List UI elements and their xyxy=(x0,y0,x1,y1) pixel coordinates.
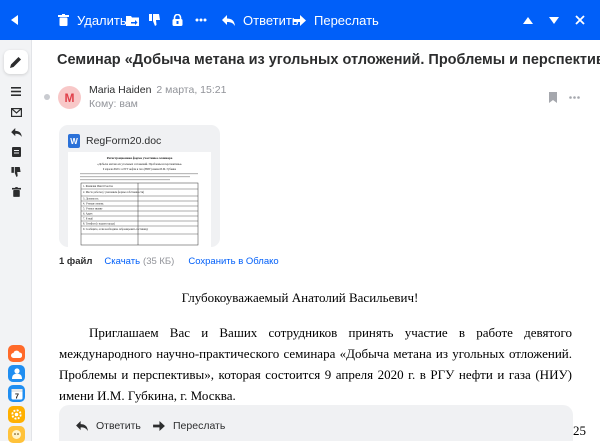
back-button[interactable] xyxy=(10,0,20,40)
sidebar-spam[interactable] xyxy=(8,164,24,180)
move-icon xyxy=(126,16,139,26)
mascot-icon xyxy=(12,430,21,439)
reply-icon xyxy=(222,14,235,26)
move-button[interactable] xyxy=(126,0,139,40)
bookmark-button[interactable] xyxy=(549,90,557,108)
forward-icon xyxy=(153,421,165,431)
attachment-actions: 1 файл Скачать (35 КБ) Сохранить в Облак… xyxy=(59,255,279,267)
envelope-icon xyxy=(10,107,22,117)
sidebar-menu[interactable] xyxy=(8,83,24,99)
more-actions-button[interactable] xyxy=(195,0,207,40)
forward-label: Переслать xyxy=(314,12,379,28)
message-date: 2 марта, 15:21 xyxy=(156,84,227,96)
previous-message-button[interactable] xyxy=(523,0,533,40)
mascot-app-icon[interactable] xyxy=(8,426,25,443)
delete-label: Удалить xyxy=(77,12,127,28)
calendar-icon: 7 xyxy=(11,388,22,400)
note-icon xyxy=(11,147,21,157)
sidebar-inbox[interactable] xyxy=(8,104,24,120)
forward-icon xyxy=(293,14,306,26)
sender-name[interactable]: Maria Haiden xyxy=(89,84,151,96)
up-arrow-icon xyxy=(523,16,533,24)
quick-reply-button[interactable]: Ответить xyxy=(76,419,141,433)
message-more-button[interactable] xyxy=(569,91,580,99)
pencil-icon xyxy=(10,57,21,68)
preview-date: 9 апреля 2020 г. в РГУ нефти и газа (НИУ… xyxy=(103,168,177,171)
document-preview-graphic: Регистрационная форма участника семинара… xyxy=(80,156,199,246)
message-toolbar: Удалить Ответить Переслать xyxy=(0,0,600,40)
reply-label: Ответить xyxy=(243,12,299,28)
more-dots-icon xyxy=(569,96,580,99)
calendar-app-icon[interactable]: 7 xyxy=(8,385,25,402)
next-message-button[interactable] xyxy=(549,0,559,40)
thumbs-down-icon xyxy=(11,167,21,177)
save-to-cloud-link[interactable]: Сохранить в Облако xyxy=(188,256,278,267)
preview-row: 5. Ученое звание xyxy=(83,208,103,211)
reply-icon xyxy=(10,127,22,137)
quick-reply-bar: Ответить Переслать xyxy=(59,405,573,441)
download-link[interactable]: Скачать xyxy=(104,256,140,267)
attachment-filename: RegForm20.doc xyxy=(86,135,162,147)
preview-row: 6. Адрес xyxy=(83,213,94,216)
lock-button[interactable] xyxy=(172,0,183,40)
sidebar-trash[interactable] xyxy=(8,184,24,200)
attachment-card[interactable]: W RegForm20.doc Регистрационная форма уч… xyxy=(59,125,220,247)
thumbs-down-icon xyxy=(149,14,160,26)
file-size: (35 КБ) xyxy=(143,255,175,267)
recipient-line: Кому: вам xyxy=(89,98,138,110)
quick-forward-button[interactable]: Переслать xyxy=(153,419,225,433)
reply-icon xyxy=(76,421,88,431)
attachment-preview: Регистрационная форма участника семинара… xyxy=(68,152,211,247)
letter-greeting: Глубокоуважаемый Анатолий Васильевич! xyxy=(181,290,419,305)
preview-subtitle: «Добыча метана из угольных отложений. Пр… xyxy=(97,162,182,166)
down-arrow-icon xyxy=(549,16,559,24)
forward-button[interactable]: Переслать xyxy=(293,0,379,40)
close-icon xyxy=(575,15,585,25)
attachment-header: W RegForm20.doc xyxy=(68,134,161,148)
preview-row: 9. Сообщите, если необходимо забронирова… xyxy=(83,228,149,231)
quick-reply-label: Ответить xyxy=(96,420,141,432)
preview-row: 7. E-mail xyxy=(83,218,93,221)
letter-paragraph: Приглашаем Вас и Ваших сотрудников приня… xyxy=(59,325,572,403)
delete-button[interactable]: Удалить xyxy=(58,0,127,40)
sender-avatar[interactable]: M xyxy=(58,86,81,109)
preview-row: 4. Ученая степень xyxy=(83,203,104,206)
sender-line: Maria Haiden 2 марта, 15:21 xyxy=(89,84,226,96)
svg-text:7: 7 xyxy=(14,391,18,400)
person-icon xyxy=(11,368,22,379)
compose-button[interactable] xyxy=(4,50,28,74)
preview-row: 8. Телефон (с кодом города) xyxy=(83,223,115,226)
cloud-app-icon[interactable] xyxy=(8,345,25,362)
gear-icon xyxy=(11,409,22,420)
left-sidebar: 7 xyxy=(0,40,32,443)
contacts-app-icon[interactable] xyxy=(8,365,25,382)
back-arrow-icon xyxy=(11,15,18,25)
sidebar-sent[interactable] xyxy=(8,124,24,140)
preview-row: 1. Фамилия Имя Отчество xyxy=(83,185,114,188)
clipped-text: 25 xyxy=(573,423,586,438)
menu-icon xyxy=(11,86,21,96)
spam-button[interactable] xyxy=(149,0,160,40)
preview-row: 3. Должность xyxy=(83,198,99,201)
file-count: 1 файл xyxy=(59,255,93,267)
close-button[interactable] xyxy=(575,0,585,40)
unread-dot[interactable] xyxy=(44,94,50,100)
preview-row: 2. Место работы (с указанием формы собст… xyxy=(83,191,144,194)
bookmark-icon xyxy=(549,92,557,103)
reply-button[interactable]: Ответить xyxy=(222,0,299,40)
cloud-icon xyxy=(11,350,22,358)
trash-icon xyxy=(58,14,69,26)
sidebar-drafts[interactable] xyxy=(8,144,24,160)
word-doc-icon: W xyxy=(68,134,80,148)
message-subject: Семинар «Добыча метана из угольных отлож… xyxy=(57,52,600,68)
more-dots-icon xyxy=(195,18,207,22)
preview-title: Регистрационная форма участника семинара xyxy=(107,156,173,160)
trash-icon xyxy=(11,187,21,197)
lock-icon xyxy=(172,14,183,26)
settings-app-icon[interactable] xyxy=(8,406,25,423)
quick-forward-label: Переслать xyxy=(173,420,226,432)
